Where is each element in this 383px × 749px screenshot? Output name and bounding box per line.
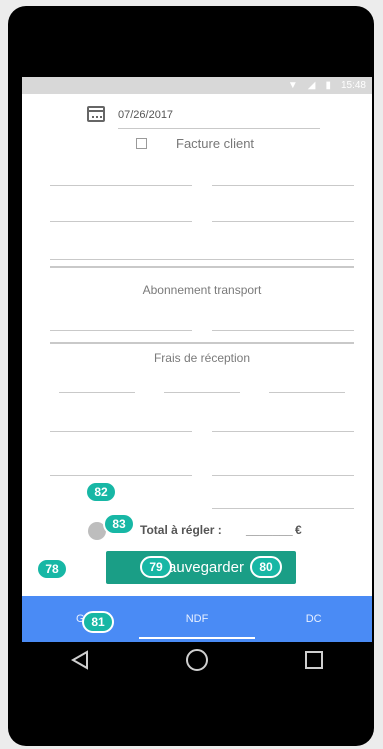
input-field[interactable] [269, 392, 345, 393]
total-label: Total à régler : [140, 523, 222, 537]
home-icon[interactable] [185, 648, 209, 677]
input-field[interactable] [212, 330, 354, 331]
tab-ndf[interactable]: NDF [138, 596, 256, 642]
input-field[interactable] [50, 185, 192, 186]
input-field[interactable] [212, 431, 354, 432]
input-field[interactable] [212, 508, 354, 509]
android-nav-bar [22, 642, 372, 682]
badge-83: 83 [103, 513, 135, 535]
section-title-reception: Frais de réception [153, 351, 251, 365]
section-divider [50, 342, 354, 344]
tab-g[interactable]: G [22, 596, 139, 642]
input-field[interactable] [50, 259, 354, 260]
calendar-icon[interactable] [87, 106, 105, 122]
back-icon[interactable] [69, 649, 91, 676]
badge-79: 79 [140, 556, 172, 578]
input-field[interactable] [212, 221, 354, 222]
input-field[interactable] [59, 392, 135, 393]
input-field[interactable] [212, 185, 354, 186]
input-field[interactable] [50, 475, 192, 476]
badge-82: 82 [85, 481, 117, 503]
badge-78: 78 [36, 558, 68, 580]
currency-symbol: € [295, 523, 302, 537]
status-bar: ▼ ◢ ▮ 15:48 [22, 77, 372, 94]
section-divider [50, 266, 354, 268]
app-screen: 07/26/2017 Facture client Abonnement tra… [22, 94, 372, 596]
status-time: 15:48 [340, 80, 366, 91]
battery-icon: ▮ [325, 80, 331, 91]
tab-dc[interactable]: DC [255, 596, 372, 642]
total-value: _______ [246, 523, 293, 537]
tab-bar: G NDF DC [22, 596, 372, 642]
signal-icon: ◢ [307, 80, 316, 91]
input-field[interactable] [50, 431, 192, 432]
date-underline [118, 128, 320, 129]
badge-81: 81 [82, 611, 114, 633]
recent-apps-icon[interactable] [303, 649, 325, 676]
input-field[interactable] [212, 475, 354, 476]
input-field[interactable] [164, 392, 240, 393]
facture-client-label: Facture client [176, 136, 255, 151]
section-title-transport: Abonnement transport [142, 283, 262, 297]
badge-80: 80 [250, 556, 282, 578]
facture-client-checkbox[interactable] [136, 138, 147, 149]
input-field[interactable] [50, 330, 192, 331]
input-field[interactable] [50, 221, 192, 222]
wifi-icon: ▼ [287, 80, 298, 91]
date-field[interactable]: 07/26/2017 [118, 109, 173, 121]
